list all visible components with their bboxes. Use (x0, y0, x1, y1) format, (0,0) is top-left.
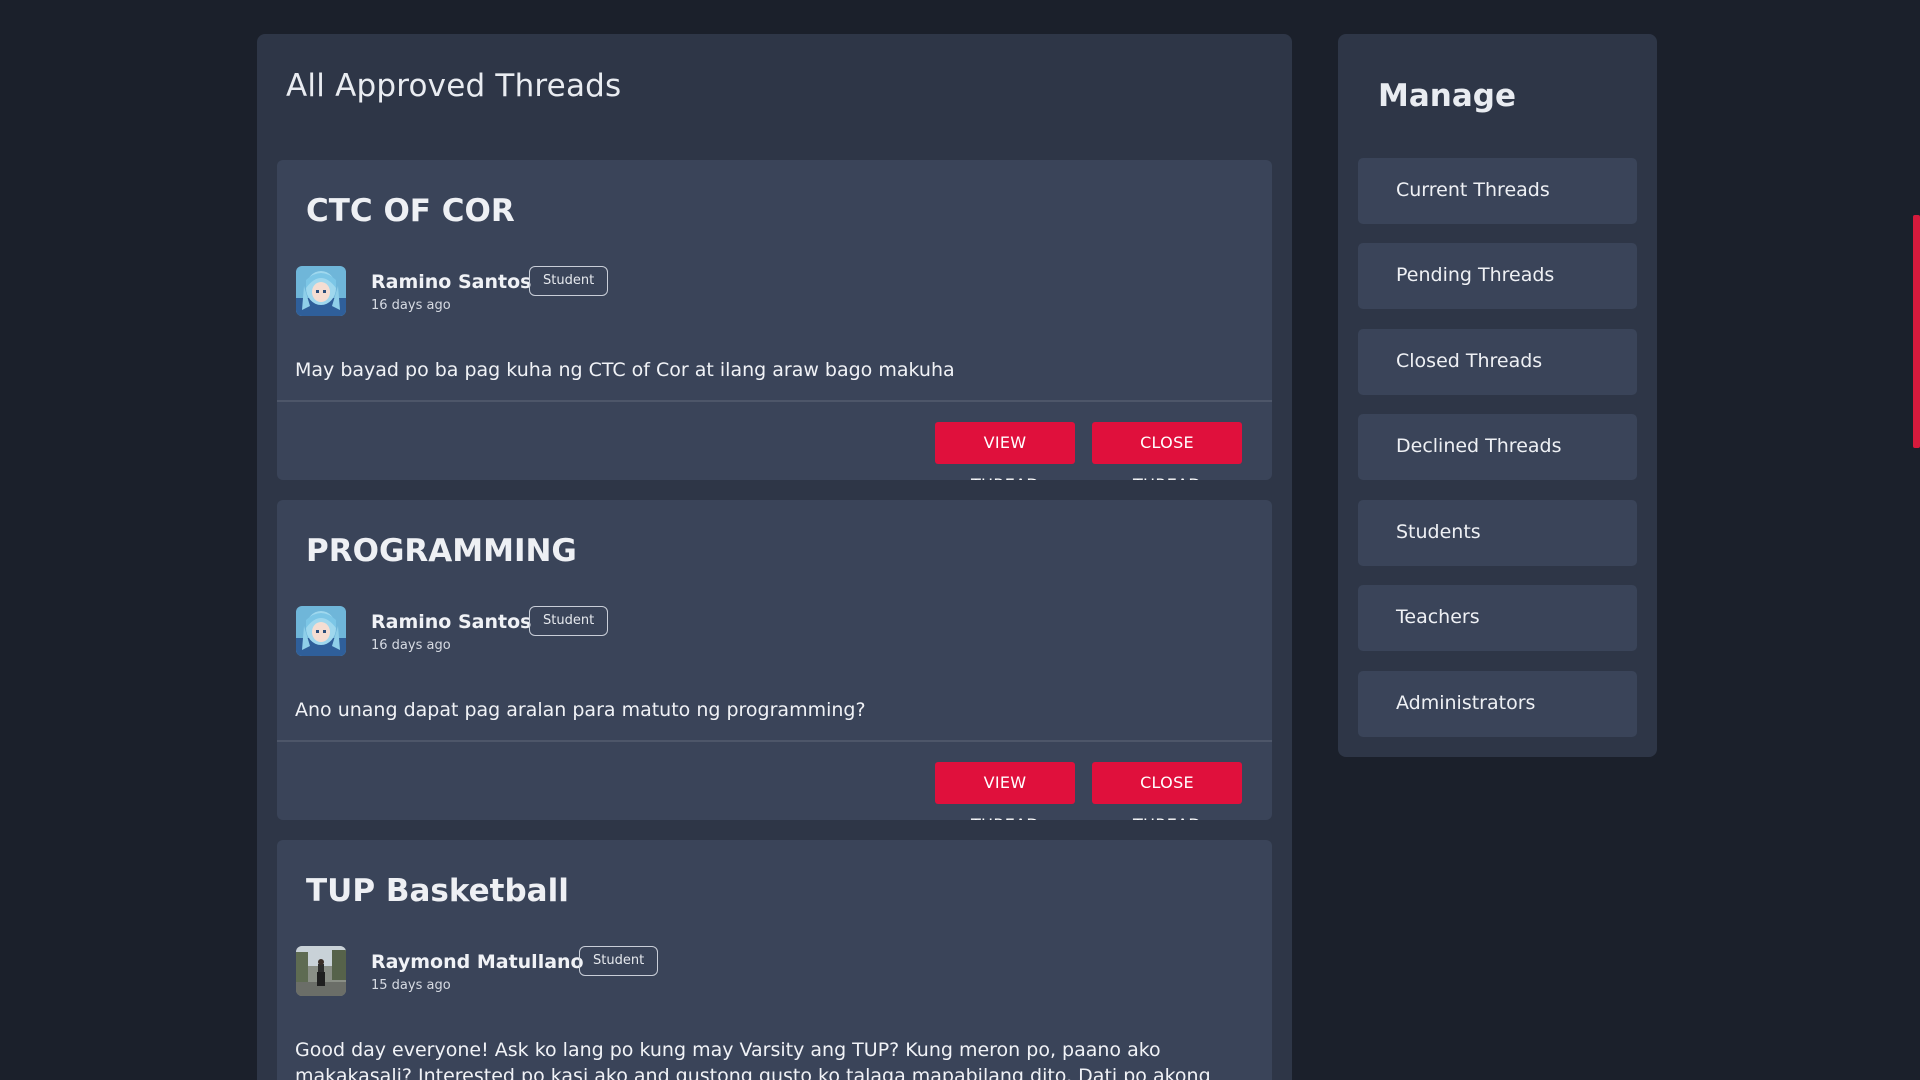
divider (277, 400, 1272, 402)
sidebar-item-administrators[interactable]: Administrators (1358, 671, 1637, 737)
scrollbar-thumb[interactable] (1913, 215, 1920, 448)
timestamp: 15 days ago (371, 978, 451, 993)
timestamp: 16 days ago (371, 298, 451, 313)
thread-card: TUP Basketball Raymond Matullano Student… (277, 840, 1272, 1080)
page: All Approved Threads CTC OF COR Ramino S… (0, 0, 1920, 1080)
thread-body: Good day everyone! Ask ko lang po kung m… (295, 1039, 1211, 1080)
sidebar-item-students[interactable]: Students (1358, 500, 1637, 566)
author-name[interactable]: Ramino Santos (371, 271, 531, 293)
sidebar-item-closed-threads[interactable]: Closed Threads (1358, 329, 1637, 395)
thread-body: Ano unang dapat pag aralan para matuto n… (295, 699, 866, 721)
avatar[interactable] (296, 606, 346, 656)
sidebar-item-label: Closed Threads (1396, 350, 1543, 372)
sidebar-item-current-threads[interactable]: Current Threads (1358, 158, 1637, 224)
sidebar-item-label: Declined Threads (1396, 435, 1562, 457)
avatar[interactable] (296, 266, 346, 316)
thread-card: PROGRAMMING Ramino Santos Student 16 day… (277, 500, 1272, 820)
page-title: All Approved Threads (286, 68, 622, 104)
role-badge: Student (529, 266, 609, 296)
sidebar-item-label: Current Threads (1396, 179, 1550, 201)
author-name[interactable]: Raymond Matullano (371, 951, 584, 973)
sidebar-item-label: Teachers (1396, 606, 1480, 628)
thread-title: TUP Basketball (306, 873, 569, 909)
role-badge: Student (529, 606, 609, 636)
sidebar-title: Manage (1378, 78, 1516, 114)
author-name[interactable]: Ramino Santos (371, 611, 531, 633)
manage-sidebar: Manage Current Threads Pending Threads C… (1338, 34, 1657, 757)
view-thread-button[interactable]: VIEW THREAD (935, 762, 1075, 820)
thread-title: CTC OF COR (306, 193, 515, 229)
sidebar-item-label: Administrators (1396, 692, 1536, 714)
thread-body: May bayad po ba pag kuha ng CTC of Cor a… (295, 359, 955, 381)
sidebar-item-teachers[interactable]: Teachers (1358, 585, 1637, 651)
close-thread-button[interactable]: CLOSE THREAD (1092, 422, 1242, 480)
sidebar-item-declined-threads[interactable]: Declined Threads (1358, 414, 1637, 480)
view-thread-button[interactable]: VIEW THREAD (935, 422, 1075, 480)
sidebar-item-label: Pending Threads (1396, 264, 1555, 286)
avatar[interactable] (296, 946, 346, 996)
divider (277, 740, 1272, 742)
thread-card: CTC OF COR Ramino Santos Student 16 days… (277, 160, 1272, 480)
approved-threads-panel: All Approved Threads CTC OF COR Ramino S… (257, 34, 1292, 1080)
thread-title: PROGRAMMING (306, 533, 577, 569)
timestamp: 16 days ago (371, 638, 451, 653)
sidebar-item-pending-threads[interactable]: Pending Threads (1358, 243, 1637, 309)
sidebar-item-label: Students (1396, 521, 1481, 543)
close-thread-button[interactable]: CLOSE THREAD (1092, 762, 1242, 820)
role-badge: Student (579, 946, 659, 976)
